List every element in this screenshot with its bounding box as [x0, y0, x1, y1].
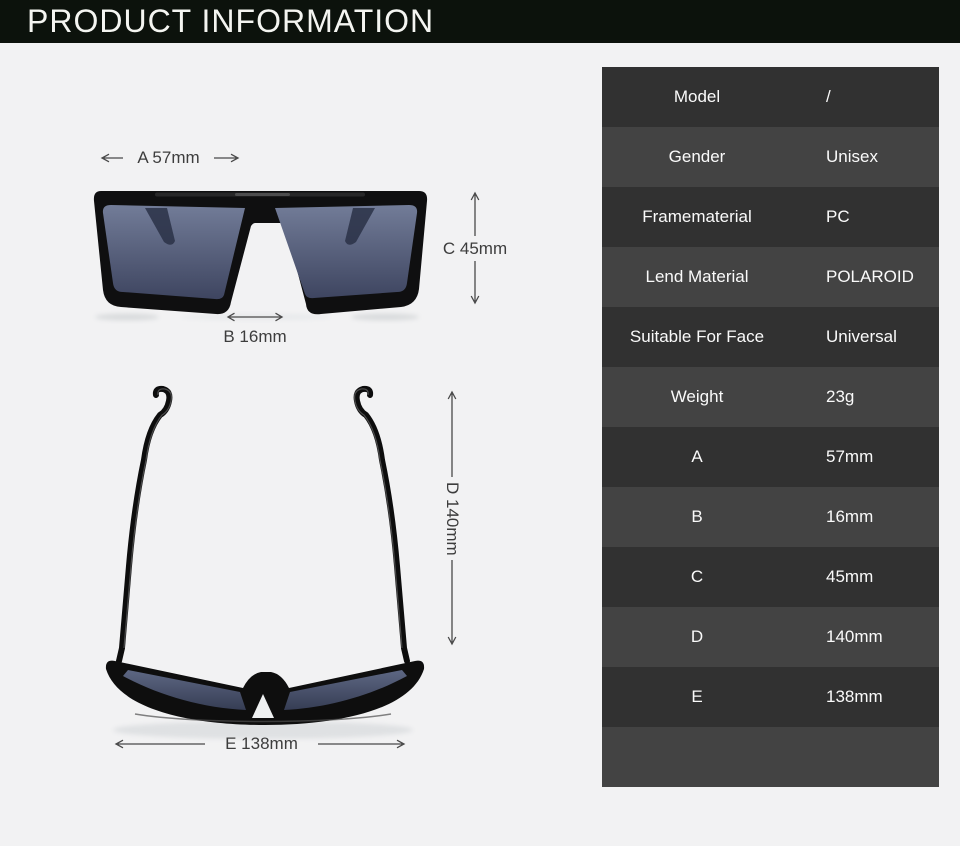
spec-label: Suitable For Face — [602, 327, 792, 347]
dimension-b: B 16mm — [222, 311, 288, 347]
dimension-d: D 140mm — [437, 390, 467, 672]
dimension-b-label: B 16mm — [223, 327, 286, 347]
spec-label: C — [602, 567, 792, 587]
dimension-c: C 45mm — [444, 191, 506, 309]
spec-value: / — [792, 87, 939, 107]
arrow-right-icon — [317, 738, 406, 750]
spec-value: 45mm — [792, 567, 939, 587]
double-arrow-horizontal-icon — [226, 311, 284, 323]
page-title: PRODUCT INFORMATION — [0, 3, 434, 40]
table-row: C 45mm — [602, 547, 939, 607]
spec-value: Unisex — [792, 147, 939, 167]
table-row — [602, 727, 939, 787]
arrow-down-icon — [446, 560, 458, 646]
arrow-left-icon — [100, 152, 124, 164]
table-row: Lend Material POLAROID — [602, 247, 939, 307]
spec-label: Gender — [602, 147, 792, 167]
dimension-e: E 138mm — [114, 732, 406, 756]
spec-label: D — [602, 627, 792, 647]
spec-label: Lend Material — [602, 267, 792, 287]
dimension-d-label: D 140mm — [442, 482, 462, 556]
table-row: E 138mm — [602, 667, 939, 727]
spec-label: Model — [602, 87, 792, 107]
spec-value: PC — [792, 207, 939, 227]
arrow-up-icon — [469, 191, 481, 237]
spec-label: E — [602, 687, 792, 707]
spec-label: A — [602, 447, 792, 467]
table-row: B 16mm — [602, 487, 939, 547]
spec-value: POLAROID — [792, 267, 939, 287]
table-row: Weight 23g — [602, 367, 939, 427]
table-row: Gender Unisex — [602, 127, 939, 187]
arrow-right-icon — [213, 152, 240, 164]
sunglasses-top-view-image — [95, 380, 445, 745]
dimension-e-label: E 138mm — [225, 734, 298, 754]
table-row: Framematerial PC — [602, 187, 939, 247]
arrow-down-icon — [469, 261, 481, 305]
dimension-a: A 57mm — [100, 148, 240, 168]
page-header: PRODUCT INFORMATION — [0, 0, 960, 43]
table-row: Suitable For Face Universal — [602, 307, 939, 367]
spec-label: B — [602, 507, 792, 527]
table-row: A 57mm — [602, 427, 939, 487]
spec-value: 140mm — [792, 627, 939, 647]
arrow-left-icon — [114, 738, 206, 750]
dimension-c-label: C 45mm — [443, 239, 507, 259]
spec-value: 23g — [792, 387, 939, 407]
product-information-page: PRODUCT INFORMATION A 57mm — [0, 0, 960, 846]
spec-label: Weight — [602, 387, 792, 407]
spec-value: 16mm — [792, 507, 939, 527]
spec-label: Framematerial — [602, 207, 792, 227]
table-row: Model / — [602, 67, 939, 127]
spec-value: 57mm — [792, 447, 939, 467]
sunglasses-front-view-image — [85, 185, 435, 325]
spec-value: 138mm — [792, 687, 939, 707]
dimension-a-label: A 57mm — [137, 148, 199, 168]
arrow-up-icon — [446, 390, 458, 478]
table-row: D 140mm — [602, 607, 939, 667]
spec-value: Universal — [792, 327, 939, 347]
spec-table: Model / Gender Unisex Framematerial PC L… — [602, 67, 939, 787]
